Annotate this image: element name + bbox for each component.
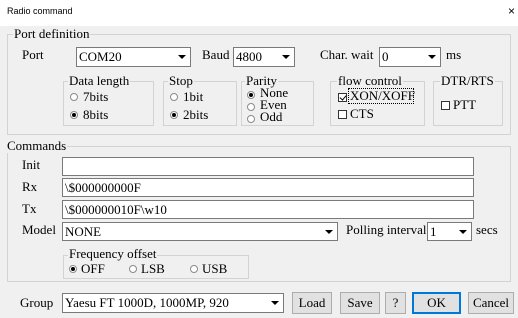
tx-input[interactable]: \$000000010F\w10 xyxy=(62,200,474,219)
stop-2bits-label: 2bits xyxy=(183,107,209,122)
tx-label: Tx xyxy=(22,201,37,216)
close-icon[interactable]: × xyxy=(508,4,515,18)
model-label: Model xyxy=(22,222,56,237)
polling-interval-label: Polling interval xyxy=(346,222,427,237)
char-wait-label: Char. wait xyxy=(320,47,374,62)
stop-legend: Stop xyxy=(168,73,194,88)
frequency-offset-legend: Frequency offset xyxy=(68,246,158,261)
ok-button[interactable]: OK xyxy=(412,292,461,314)
data-length-7bits-label: 7bits xyxy=(83,89,109,104)
cts-label: CTS xyxy=(350,106,374,121)
model-select[interactable]: NONE xyxy=(62,222,338,241)
port-definition-legend: Port definition xyxy=(13,26,91,41)
offset-lsb-label: LSB xyxy=(141,261,165,276)
title-bar: Radio command × xyxy=(0,0,518,26)
save-button[interactable]: Save xyxy=(340,292,380,314)
parity-odd-radio[interactable] xyxy=(247,115,255,123)
data-length-8bits-radio[interactable] xyxy=(70,111,78,119)
port-select[interactable]: COM20 xyxy=(76,47,191,67)
chevron-down-icon xyxy=(278,48,294,66)
ptt-label: PTT xyxy=(453,97,477,112)
init-label: Init xyxy=(22,157,41,172)
cancel-button[interactable]: Cancel xyxy=(468,292,514,314)
group-label: Group xyxy=(20,295,54,310)
data-length-8bits-label: 8bits xyxy=(83,107,109,122)
chevron-down-icon xyxy=(321,223,337,240)
ptt-checkbox[interactable] xyxy=(441,101,450,110)
chevron-down-icon xyxy=(455,223,471,240)
offset-off-label: OFF xyxy=(81,261,105,276)
chevron-down-icon xyxy=(424,48,440,66)
xon-xoff-label: XON/XOFF xyxy=(350,88,416,103)
stop-1bit-label: 1bit xyxy=(183,89,204,104)
parity-odd-label: Odd xyxy=(260,109,283,124)
rx-label: Rx xyxy=(22,179,38,194)
chevron-down-icon xyxy=(174,48,190,66)
flow-control-legend: flow control xyxy=(337,73,403,88)
xon-xoff-checkbox[interactable] xyxy=(338,93,347,102)
offset-usb-radio[interactable] xyxy=(190,265,198,273)
window-title: Radio command xyxy=(7,6,73,16)
data-length-legend: Data length xyxy=(68,73,131,88)
dtr-rts-legend: DTR/RTS xyxy=(440,73,495,88)
baud-label: Baud xyxy=(202,47,230,62)
data-length-7bits-radio[interactable] xyxy=(70,93,78,101)
commands-legend: Commands xyxy=(6,138,68,153)
char-wait-unit: ms xyxy=(446,47,462,62)
chevron-down-icon xyxy=(267,294,283,312)
init-input[interactable] xyxy=(62,157,474,176)
group-select[interactable]: Yaesu FT 1000D, 1000MP, 920 xyxy=(62,293,284,313)
offset-off-radio[interactable] xyxy=(69,265,77,273)
baud-select[interactable]: 4800 xyxy=(233,47,295,67)
parity-even-radio[interactable] xyxy=(247,103,255,111)
parity-none-radio[interactable] xyxy=(247,91,255,99)
offset-usb-label: USB xyxy=(202,261,228,276)
rx-input[interactable]: \$000000000F xyxy=(62,178,474,197)
stop-1bit-radio[interactable] xyxy=(170,93,178,101)
char-wait-select[interactable]: 0 xyxy=(379,47,441,67)
port-label: Port xyxy=(22,47,44,62)
load-button[interactable]: Load xyxy=(292,292,332,314)
offset-lsb-radio[interactable] xyxy=(129,265,137,273)
polling-interval-unit: secs xyxy=(476,222,498,237)
stop-2bits-radio[interactable] xyxy=(170,111,178,119)
polling-interval-select[interactable]: 1 xyxy=(427,222,472,241)
cts-checkbox[interactable] xyxy=(338,110,347,119)
help-button[interactable]: ? xyxy=(385,292,406,314)
